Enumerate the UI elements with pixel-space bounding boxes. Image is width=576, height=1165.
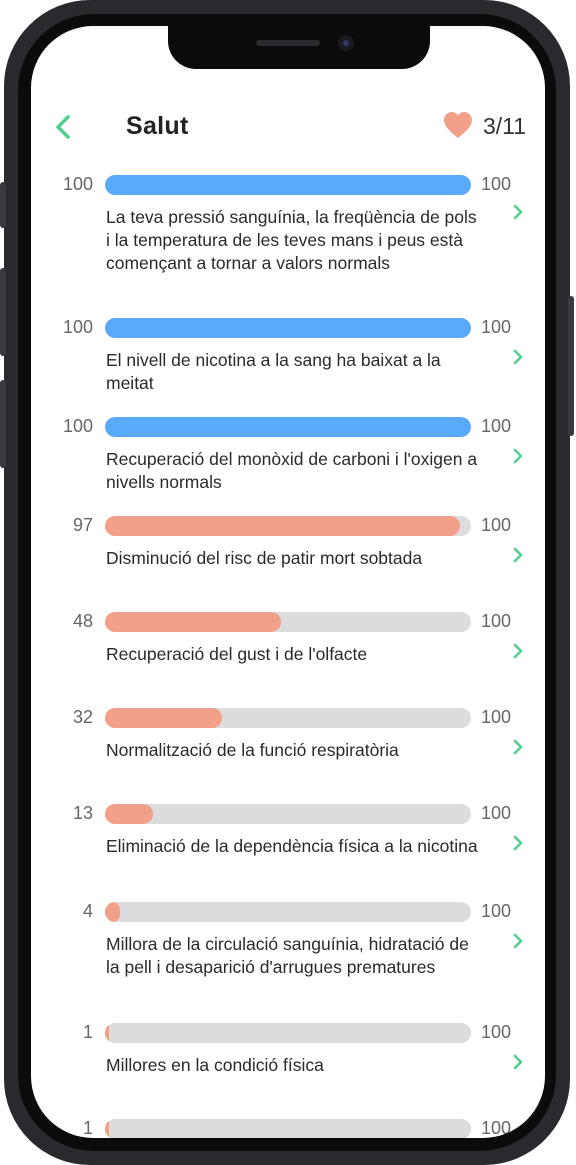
progress-value: 100 [62,317,93,337]
progress-track [105,1119,471,1138]
progress-fill [105,804,153,824]
chevron-right-icon[interactable] [511,1053,525,1071]
milestone-description: Recuperació del gust i de l'olfacte [106,644,368,664]
progress-max: 100 [481,317,512,337]
progress-value: 97 [72,515,93,535]
progress-max: 100 [481,515,512,535]
progress-track [105,902,471,922]
progress-fill [105,318,471,338]
app-screen: Salut 3/11 100 100 La teva pressió sanguín… [31,26,545,1138]
side-button [0,182,6,228]
milestone-description: Millores en la condició física [106,1055,324,1075]
progress-fill [105,708,223,728]
progress-max: 100 [481,901,512,921]
health-counter: 3/11 [483,113,527,139]
progress-fill [105,902,120,922]
progress-value: 13 [72,803,93,823]
page-title: Salut [126,112,189,140]
side-button [0,268,6,356]
milestone-description: La teva pressió sanguínia, la freqüència… [106,207,477,273]
progress-value: 1 [82,1022,93,1042]
progress-value: 100 [62,174,93,194]
progress-fill [105,175,471,195]
milestone-description: Eliminació de la dependència física a la… [106,836,478,856]
progress-max: 100 [481,1022,512,1042]
progress-track [105,175,471,195]
notch [168,26,430,69]
progress-value: 48 [72,611,93,631]
chevron-left-icon[interactable] [49,112,79,142]
heart-icon [443,111,473,139]
chevron-right-icon[interactable] [511,738,525,756]
chevron-right-icon[interactable] [511,642,525,660]
progress-fill [105,417,471,437]
progress-value: 1 [82,1118,93,1138]
progress-fill [105,1023,109,1043]
progress-max: 100 [481,707,512,727]
progress-track [105,804,471,824]
progress-fill [105,1119,109,1138]
progress-max: 100 [481,416,512,436]
milestone-description: Millora de la circulació sanguínia, hidr… [106,934,469,977]
progress-track [105,612,471,632]
progress-track [105,516,471,536]
progress-track [105,708,471,728]
progress-value: 100 [62,416,93,436]
progress-max: 100 [481,803,512,823]
milestone-description: Normalització de la funció respiratòria [106,740,399,760]
chevron-right-icon[interactable] [511,546,525,564]
side-button [568,296,574,436]
milestone-description: Disminució del risc de patir mort sobtad… [106,548,423,568]
progress-value: 32 [72,707,93,727]
progress-value: 4 [82,901,93,921]
chevron-right-icon[interactable] [511,348,525,366]
app-header: Salut 3/11 [31,102,545,152]
speaker [256,40,320,46]
progress-track [105,417,471,437]
chevron-right-icon[interactable] [511,203,525,221]
camera-icon [338,35,354,51]
progress-fill [105,516,461,536]
side-button [0,380,6,468]
progress-max: 100 [481,174,512,194]
milestone-description: Recuperació del monòxid de carboni i l'o… [106,449,478,492]
progress-max: 100 [481,1118,512,1138]
chevron-right-icon[interactable] [511,447,525,465]
progress-max: 100 [481,611,512,631]
progress-track [105,1023,471,1043]
progress-track [105,318,471,338]
chevron-right-icon[interactable] [511,834,525,852]
milestone-description: El nivell de nicotina a la sang ha baixa… [106,350,441,393]
progress-fill [105,612,281,632]
chevron-right-icon[interactable] [511,932,525,950]
